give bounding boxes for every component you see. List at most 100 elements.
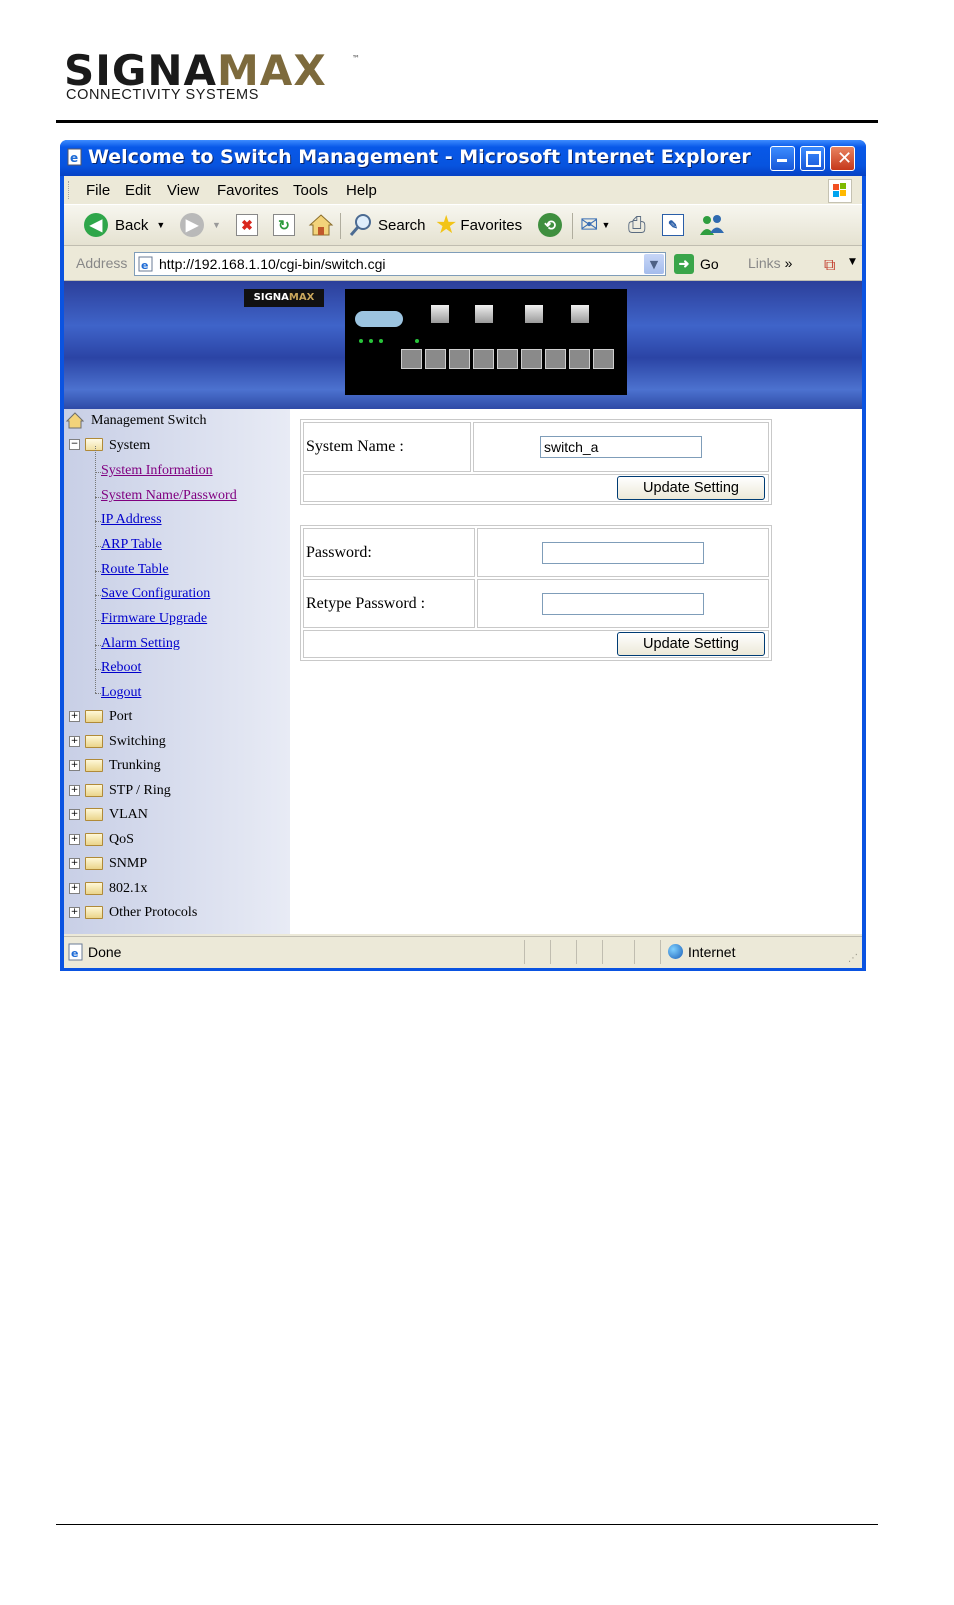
nav-link-reboot[interactable]: Reboot xyxy=(101,660,141,676)
nav-link-route-table[interactable]: Route Table xyxy=(101,562,169,578)
expand-port-icon[interactable]: + xyxy=(69,711,80,722)
nav-link-system-information[interactable]: System Information xyxy=(101,463,213,479)
search-label: Search xyxy=(378,216,426,234)
tree-root-management-switch[interactable]: Management Switch xyxy=(91,413,206,429)
retype-password-input[interactable] xyxy=(542,592,704,615)
toolbar-separator xyxy=(572,213,573,239)
tree-trunking[interactable]: Trunking xyxy=(109,758,161,774)
nav-link-firmware-upgrade[interactable]: Firmware Upgrade xyxy=(101,611,207,627)
expand-trunking-icon[interactable]: + xyxy=(69,760,80,771)
expand-qos-icon[interactable]: + xyxy=(69,834,80,845)
forward-dropdown-icon[interactable]: ▼ xyxy=(212,220,221,230)
ie-client-area: File Edit View Favorites Tools Help ◀ Ba… xyxy=(64,176,862,968)
folder-icon xyxy=(85,857,103,870)
nav-link-system-name-password[interactable]: System Name/Password xyxy=(101,488,237,504)
menu-help[interactable]: Help xyxy=(346,182,377,199)
nav-link-save-configuration[interactable]: Save Configuration xyxy=(101,586,210,602)
tree-vlan[interactable]: VLAN xyxy=(109,807,148,823)
update-setting-button-1[interactable]: Update Setting xyxy=(617,476,765,500)
refresh-icon: ↻ xyxy=(273,214,295,236)
messenger-button[interactable] xyxy=(698,211,726,239)
status-divider xyxy=(660,940,661,964)
favorites-button[interactable]: ★ Favorites xyxy=(435,211,522,239)
acrobat-icon[interactable]: ⧉ xyxy=(824,255,835,275)
mail-dropdown-icon[interactable]: ▼ xyxy=(601,220,610,230)
refresh-button[interactable]: ↻ xyxy=(273,211,295,239)
status-divider xyxy=(576,940,577,964)
password-cell xyxy=(477,528,769,577)
forward-button[interactable]: ▶ ▼ xyxy=(180,211,221,239)
tree-8021x[interactable]: 802.1x xyxy=(109,881,148,897)
ethernet-port xyxy=(545,349,566,369)
resize-grip-icon[interactable]: ⋰ xyxy=(848,953,858,964)
minimize-button[interactable] xyxy=(770,146,795,171)
tree-port[interactable]: Port xyxy=(109,709,132,725)
ethernet-port xyxy=(473,349,494,369)
stop-button[interactable]: ✖ xyxy=(236,211,258,239)
svg-text:e: e xyxy=(70,151,78,165)
folder-icon xyxy=(85,906,103,919)
expand-snmp-icon[interactable]: + xyxy=(69,858,80,869)
menu-favorites[interactable]: Favorites xyxy=(217,182,279,199)
system-name-password-form: System Name : Update Setting Password: R… xyxy=(290,409,862,934)
home-button[interactable] xyxy=(308,211,334,239)
update-row: Update Setting xyxy=(303,630,769,658)
links-button[interactable]: Links » xyxy=(748,255,792,271)
title-bar[interactable]: e Welcome to Switch Management - Microso… xyxy=(60,140,866,176)
system-name-input[interactable] xyxy=(540,436,702,458)
menu-tools[interactable]: Tools xyxy=(293,182,328,199)
logo-tagline: CONNECTIVITY SYSTEMS xyxy=(66,87,260,103)
tree-other-protocols[interactable]: Other Protocols xyxy=(109,905,197,921)
menu-grip[interactable] xyxy=(68,181,71,199)
home-tree-icon xyxy=(66,412,84,429)
expand-vlan-icon[interactable]: + xyxy=(69,809,80,820)
tree-system[interactable]: System xyxy=(109,438,150,454)
back-button[interactable]: ◀ Back ▼ xyxy=(84,211,165,239)
address-input[interactable]: e http://192.168.1.10/cgi-bin/switch.cgi… xyxy=(134,252,666,276)
expand-other-protocols-icon[interactable]: + xyxy=(69,907,80,918)
nav-link-logout[interactable]: Logout xyxy=(101,685,141,701)
nav-link-arp-table[interactable]: ARP Table xyxy=(101,537,162,553)
tree-stp-ring[interactable]: STP / Ring xyxy=(109,783,171,799)
tree-switching[interactable]: Switching xyxy=(109,734,166,750)
signamax-logo: SIGNAMAX ™ CONNECTIVITY SYSTEMS xyxy=(64,46,364,112)
password-input[interactable] xyxy=(542,541,704,564)
search-button[interactable]: Search xyxy=(348,211,426,239)
print-button[interactable]: ⎙ xyxy=(628,211,646,239)
expand-switching-icon[interactable]: + xyxy=(69,736,80,747)
history-button[interactable]: ⟲ xyxy=(538,211,562,239)
home-icon xyxy=(308,214,334,236)
go-button[interactable]: ➜ Go xyxy=(674,254,719,274)
system-name-cell xyxy=(473,422,769,472)
close-icon: ✕ xyxy=(837,148,853,169)
status-text: Done xyxy=(88,944,122,960)
tree-qos[interactable]: QoS xyxy=(109,832,134,848)
back-dropdown-icon[interactable]: ▼ xyxy=(156,220,165,230)
menu-view[interactable]: View xyxy=(167,182,199,199)
messenger-icon xyxy=(700,215,724,235)
address-bar: Address e http://192.168.1.10/cgi-bin/sw… xyxy=(64,246,862,281)
update-setting-button-2[interactable]: Update Setting xyxy=(617,632,765,656)
menu-edit[interactable]: Edit xyxy=(125,182,151,199)
status-led xyxy=(359,339,363,343)
system-name-table: System Name : Update Setting xyxy=(300,419,772,505)
maximize-button[interactable] xyxy=(800,146,825,171)
ie-window: e Welcome to Switch Management - Microso… xyxy=(60,140,866,971)
mail-button[interactable]: ✉ ▼ xyxy=(580,211,610,239)
password-label: Password: xyxy=(303,528,475,577)
close-button[interactable]: ✕ xyxy=(830,146,855,171)
address-dropdown-icon[interactable]: ▼ xyxy=(644,254,664,274)
folder-icon xyxy=(85,808,103,821)
tree-snmp[interactable]: SNMP xyxy=(109,856,147,872)
fiber-port xyxy=(571,305,589,323)
collapse-system-icon[interactable]: − xyxy=(69,439,80,450)
console-port xyxy=(355,311,403,327)
acrobat-dropdown-icon[interactable]: ▼ xyxy=(849,257,856,267)
menu-file[interactable]: File xyxy=(86,182,110,199)
nav-link-alarm-setting[interactable]: Alarm Setting xyxy=(101,636,180,652)
nav-link-ip-address[interactable]: IP Address xyxy=(101,512,162,528)
expand-8021x-icon[interactable]: + xyxy=(69,883,80,894)
expand-stp-ring-icon[interactable]: + xyxy=(69,785,80,796)
status-divider xyxy=(524,940,525,964)
edit-button[interactable]: ✎ xyxy=(662,211,684,239)
